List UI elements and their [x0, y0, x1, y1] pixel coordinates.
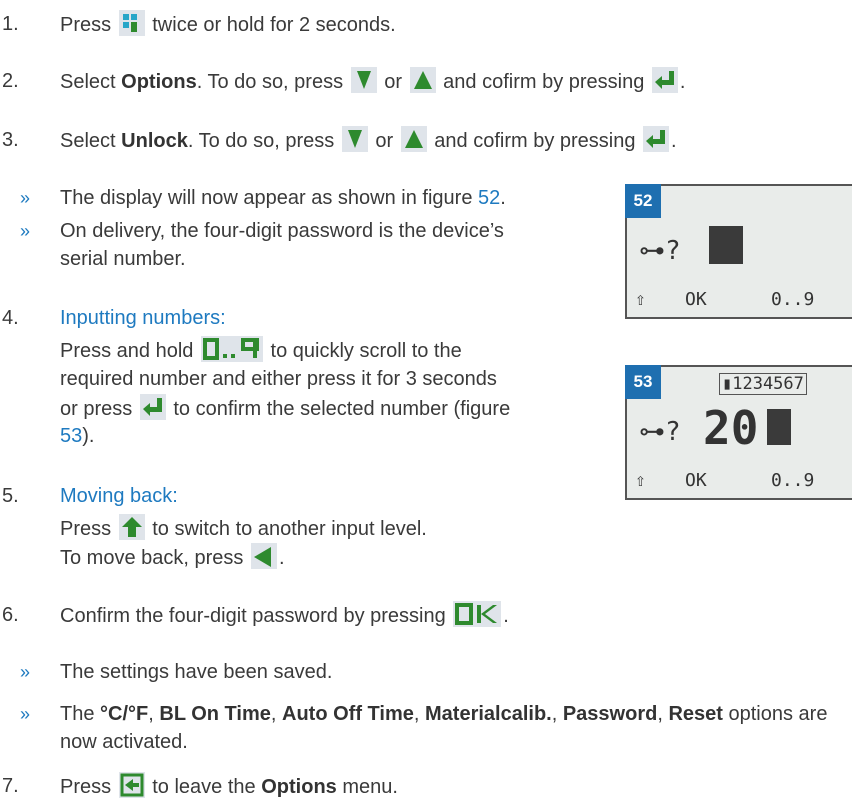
serial-number: ▮1234567 — [719, 373, 807, 395]
step-number: 5. — [2, 485, 19, 507]
step-text: menu. — [342, 776, 398, 798]
digit-key-icon — [200, 336, 263, 362]
step-text: or press — [60, 398, 133, 420]
up-key-icon — [400, 126, 427, 152]
down-key-icon — [350, 67, 377, 93]
step-text: Press and hold — [60, 340, 194, 362]
note-text: options are — [728, 703, 828, 725]
bullet: » — [20, 662, 31, 682]
figure-ref-link[interactable]: 52 — [478, 187, 500, 209]
shift-icon: ⇧ — [635, 289, 646, 310]
note-text: , — [657, 703, 663, 725]
bullet: » — [20, 221, 31, 241]
step-title: Moving back: — [60, 485, 178, 507]
enter-key-icon — [643, 126, 670, 152]
step-text: and cofirm by pressing — [443, 71, 645, 93]
note-text: now activated. — [60, 731, 188, 753]
note-text: serial number. — [60, 248, 186, 270]
step-text: . — [679, 71, 686, 93]
options-label: Options — [121, 71, 197, 93]
menu-key-icon — [118, 10, 145, 36]
note-text: . — [500, 187, 506, 209]
step-text: or — [375, 130, 394, 152]
down-key-icon — [341, 126, 368, 152]
step-number: 6. — [2, 604, 19, 626]
step-text: . To do so, press — [187, 130, 335, 152]
up-key-icon — [409, 67, 436, 93]
bullet: » — [20, 704, 31, 724]
figure-52-tag: 52 — [625, 184, 661, 218]
back-key-icon — [250, 543, 277, 569]
option-name: Reset — [668, 703, 723, 725]
step-text: . — [278, 547, 285, 569]
note-text: , — [551, 703, 558, 725]
step-text: and cofirm by pressing — [434, 130, 636, 152]
ok-softkey: OK — [685, 289, 707, 310]
step-text: Select — [60, 130, 116, 152]
note-text: The settings have been saved. — [60, 661, 333, 683]
step-text: to leave the — [152, 776, 256, 798]
ok-softkey: OK — [685, 470, 707, 491]
option-name: °C/°F — [100, 703, 149, 725]
options-label: Options — [261, 776, 337, 798]
step-text: . — [503, 605, 509, 627]
step-text: . To do so, press — [196, 71, 344, 93]
figure-53-tag: 53 — [625, 365, 661, 399]
enter-key-icon — [139, 394, 166, 420]
option-name: Auto Off Time — [282, 703, 414, 725]
range-softkey: 0..9 — [771, 470, 815, 491]
step-number: 1. — [2, 13, 19, 35]
option-name: Materialcalib. — [425, 703, 552, 725]
note-text: , — [270, 703, 277, 725]
step-text: Confirm the four-digit password by press… — [60, 605, 446, 627]
step-number: 7. — [2, 775, 19, 797]
note-text: The display will now appear as shown in … — [60, 187, 473, 209]
step-text: to quickly scroll to the — [270, 340, 462, 362]
step-title: Inputting numbers: — [60, 307, 226, 329]
step-text: Press — [60, 14, 112, 36]
ok-key-icon — [453, 601, 502, 627]
enter-key-icon — [651, 67, 678, 93]
step-number: 2. — [2, 70, 19, 92]
note-text: , — [413, 703, 420, 725]
step-text: ). — [82, 425, 95, 447]
range-softkey: 0..9 — [771, 289, 815, 310]
option-name: Password — [562, 703, 658, 725]
key-icon: ⊶? — [639, 417, 681, 447]
step-text: Press — [60, 518, 112, 540]
exit-key-icon — [118, 772, 145, 798]
step-text: or — [384, 71, 403, 93]
cursor-block — [767, 409, 791, 445]
figure-ref-link[interactable]: 53 — [60, 425, 82, 447]
note-text: The — [60, 703, 95, 725]
bullet: » — [20, 188, 31, 208]
step-number: 4. — [2, 307, 19, 329]
shift-icon: ⇧ — [635, 470, 646, 491]
step-text: twice or hold for 2 seconds. — [152, 14, 396, 36]
step-text: to switch to another input level. — [152, 518, 427, 540]
step-number: 3. — [2, 129, 19, 151]
step-text: Select — [60, 71, 116, 93]
entered-value: 20 — [703, 401, 759, 455]
note-text: On delivery, the four-digit password is … — [60, 220, 504, 242]
shift-key-icon — [118, 514, 145, 540]
option-name: BL On Time — [159, 703, 271, 725]
step-text: to confirm the selected number (figure — [173, 398, 511, 420]
key-icon: ⊶? — [639, 236, 681, 266]
cursor-block — [709, 226, 743, 264]
step-text: To move back, press — [60, 547, 244, 569]
step-text: required number and either press it for … — [60, 368, 497, 390]
note-text: , — [148, 703, 154, 725]
unlock-label: Unlock — [121, 130, 188, 152]
step-text: Press — [60, 776, 112, 798]
step-text: . — [671, 130, 677, 152]
